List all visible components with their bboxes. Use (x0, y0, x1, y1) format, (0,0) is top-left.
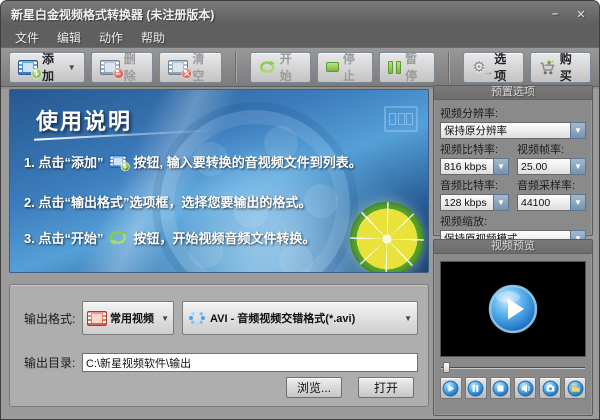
video-scale-label: 视频缩放: (440, 213, 586, 229)
output-dir-input[interactable] (82, 353, 418, 372)
preview-play-button[interactable] (440, 377, 462, 399)
avi-format-icon (188, 309, 206, 327)
pause-icon (388, 61, 401, 74)
filmstrip-icon (384, 106, 418, 132)
app-window: 新星白金视频格式转换器 (未注册版本) – ✕ 文件 编辑 动作 帮助 + 添加… (0, 0, 600, 420)
slider-groove (441, 367, 585, 369)
preview-stop-button[interactable] (490, 377, 512, 399)
instructions-banner: 使用说明 1. 点击“添加” + 按钮, 输入要转换的音视频文件到列表。 2. … (9, 89, 429, 273)
pause-button[interactable]: 暂停 (379, 52, 435, 83)
stop-icon (326, 62, 339, 72)
output-format-select[interactable]: AVI - 音频视频交错格式(*.avi) ▼ (182, 301, 418, 335)
toolbar-separator (235, 52, 237, 82)
output-dir-label: 输出目录: (24, 354, 82, 371)
minimize-button[interactable]: – (547, 8, 563, 21)
volume-button[interactable] (514, 377, 536, 399)
video-preview-title: 视频预览 (434, 240, 592, 254)
clear-button[interactable]: ✕ 清空 (159, 52, 222, 83)
add-film-icon: + (110, 155, 127, 168)
video-category-icon (87, 311, 107, 326)
preset-options-box: 预置选项 视频分辨率: 保持原分辨率 ▼ 视频比特率: 816 kbps ▼ (433, 85, 593, 236)
format-category-select[interactable]: 常用视频 ▼ (82, 301, 174, 335)
chevron-down-icon: ▼ (570, 122, 586, 139)
resolution-select[interactable]: 保持原分辨率 ▼ (440, 122, 586, 139)
menu-bar: 文件 编辑 动作 帮助 (1, 27, 599, 47)
buy-button[interactable]: 购买 (530, 52, 591, 83)
chevron-down-icon: ▼ (493, 194, 509, 211)
toolbar: + 添加▼ − 删除 ✕ 清空 开始 停止 暂停 (1, 47, 599, 87)
start-arrows-icon (108, 229, 128, 246)
start-button[interactable]: 开始 (250, 52, 311, 83)
resolution-label: 视频分辨率: (440, 105, 586, 121)
delete-button[interactable]: − 删除 (91, 52, 154, 83)
video-preview-screen[interactable] (440, 261, 586, 357)
banner-title: 使用说明 (36, 104, 132, 136)
delete-film-icon: − (100, 60, 120, 75)
lime-wheel-graphic (350, 202, 424, 273)
sample-rate-label: 音频采样率: (517, 177, 586, 193)
preview-controls (440, 377, 586, 399)
video-preview-box: 视频预览 (433, 239, 593, 416)
toolbar-separator (448, 52, 450, 82)
slider-thumb[interactable] (443, 362, 450, 373)
menu-action[interactable]: 动作 (91, 28, 131, 47)
menu-edit[interactable]: 编辑 (49, 28, 89, 47)
menu-file[interactable]: 文件 (7, 28, 47, 47)
open-button[interactable]: 打开 (358, 377, 414, 398)
output-folder-button[interactable] (564, 377, 586, 399)
output-format-label: 输出格式: (24, 310, 82, 327)
banner-step-2: 2. 点击“输出格式”选项框，选择您要输出的格式。 (24, 192, 311, 211)
close-button[interactable]: ✕ (573, 8, 589, 21)
title-bar[interactable]: 新星白金视频格式转换器 (未注册版本) – ✕ (1, 1, 599, 27)
gear-icon: ⚙→ (472, 59, 490, 76)
chevron-down-icon: ▼ (68, 63, 76, 72)
stop-button[interactable]: 停止 (317, 52, 373, 83)
shopping-cart-icon (539, 59, 556, 76)
add-button[interactable]: + 添加▼ (9, 52, 85, 83)
banner-step-3: 3. 点击“开始” 按钮，开始视频音频文件转换。 (24, 228, 315, 247)
output-settings-box: 输出格式: 常用视频 ▼ AVI - 音频视频交错格式(*.avi) ▼ (9, 284, 429, 407)
chevron-down-icon: ▼ (493, 158, 509, 175)
play-button-icon[interactable] (488, 284, 538, 334)
browse-button[interactable]: 浏览... (286, 377, 342, 398)
video-bitrate-label: 视频比特率: (440, 141, 509, 157)
seek-slider[interactable] (441, 361, 585, 374)
framerate-select[interactable]: 25.00 ▼ (517, 158, 586, 175)
window-title: 新星白金视频格式转换器 (未注册版本) (11, 6, 214, 23)
menu-help[interactable]: 帮助 (133, 28, 173, 47)
sample-rate-select[interactable]: 44100 ▼ (517, 194, 586, 211)
clear-film-icon: ✕ (168, 60, 188, 75)
chevron-down-icon: ▼ (570, 194, 586, 211)
chevron-down-icon: ▼ (161, 314, 169, 323)
preview-pause-button[interactable] (465, 377, 487, 399)
start-arrows-icon (259, 59, 276, 75)
audio-bitrate-label: 音频比特率: (440, 177, 509, 193)
client-area: 使用说明 1. 点击“添加” + 按钮, 输入要转换的音视频文件到列表。 2. … (1, 89, 599, 419)
video-bitrate-select[interactable]: 816 kbps ▼ (440, 158, 509, 175)
banner-step-1: 1. 点击“添加” + 按钮, 输入要转换的音视频文件到列表。 (24, 152, 362, 171)
chevron-down-icon: ▼ (570, 158, 586, 175)
audio-bitrate-select[interactable]: 128 kbps ▼ (440, 194, 509, 211)
framerate-label: 视频帧率: (517, 141, 586, 157)
chevron-down-icon: ▼ (404, 314, 412, 323)
preset-options-title: 预置选项 (434, 86, 592, 100)
options-button[interactable]: ⚙→ 选项 (463, 52, 524, 83)
add-film-icon: + (18, 60, 38, 75)
snapshot-button[interactable] (539, 377, 561, 399)
